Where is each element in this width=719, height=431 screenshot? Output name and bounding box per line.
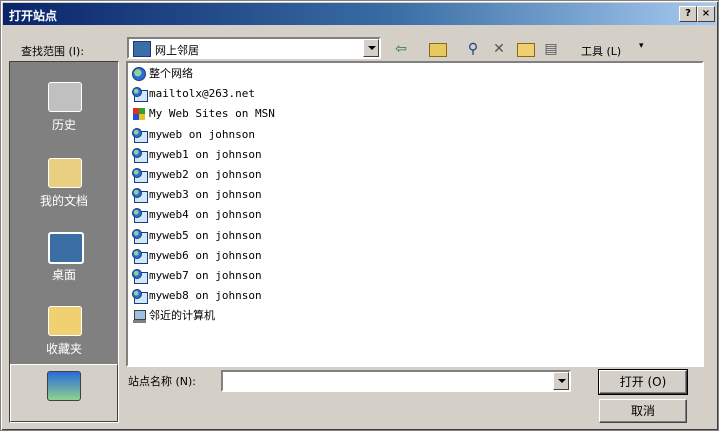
- place-label: 我的文档: [39, 194, 88, 208]
- list-item[interactable]: myweb on johnson: [132, 126, 255, 144]
- list-item[interactable]: mailtolx@263.net: [132, 85, 255, 103]
- search-web-icon[interactable]: ⚲: [463, 39, 483, 59]
- new-folder-icon[interactable]: [515, 39, 535, 59]
- views-icon[interactable]: ▤: [541, 39, 561, 59]
- list-item[interactable]: 邻近的计算机: [132, 307, 215, 325]
- close-button[interactable]: ×: [697, 6, 715, 22]
- place-network[interactable]: [10, 364, 118, 422]
- place-label: 桌面: [51, 268, 76, 282]
- file-name: myweb on johnson: [149, 127, 255, 141]
- file-name: myweb5 on johnson: [149, 228, 262, 242]
- list-item[interactable]: 整个网络: [132, 65, 193, 83]
- msn-icon: [132, 107, 147, 121]
- place-label: 收藏夹: [45, 342, 82, 356]
- file-name: 整个网络: [149, 67, 193, 80]
- delete-icon[interactable]: ✕: [489, 39, 509, 59]
- place-label: 历史: [51, 118, 76, 132]
- lookin-dropdown[interactable]: 网上邻居: [127, 37, 381, 59]
- computer-icon: [132, 309, 147, 324]
- list-item[interactable]: myweb1 on johnson: [132, 146, 262, 164]
- open-site-dialog: 打开站点 ? × 查找范围 (I): 网上邻居 ⇦ ⚲ ✕ ▤ 工具 (L) ▾…: [0, 0, 719, 431]
- file-name: myweb6 on johnson: [149, 248, 262, 262]
- sitename-label: 站点名称 (N):: [128, 375, 197, 388]
- file-name: myweb4 on johnson: [149, 208, 262, 222]
- network-places-icon: [133, 41, 151, 57]
- file-name: myweb1 on johnson: [149, 147, 262, 161]
- chevron-down-icon[interactable]: [553, 372, 569, 390]
- network-places-icon: [47, 371, 81, 401]
- web-folder-icon: [132, 248, 148, 264]
- file-name: 邻近的计算机: [149, 309, 215, 323]
- list-item[interactable]: myweb2 on johnson: [132, 166, 262, 184]
- tools-menu[interactable]: 工具 (L): [581, 43, 621, 59]
- file-name: myweb7 on johnson: [149, 269, 262, 282]
- list-item[interactable]: My Web Sites on MSN: [132, 105, 275, 123]
- place-desktop[interactable]: 桌面: [10, 226, 118, 298]
- place-history[interactable]: 历史: [10, 76, 118, 148]
- tools-dropdown-icon[interactable]: ▾: [639, 41, 644, 51]
- file-name: mailtolx@263.net: [149, 87, 255, 101]
- file-name: myweb8 on johnson: [149, 289, 262, 303]
- file-list[interactable]: 整个网络 mailtolx@263.net My Web Sites on MSN m…: [126, 61, 704, 367]
- title-bar: 打开站点 ? ×: [3, 3, 716, 25]
- sitename-combo[interactable]: [221, 370, 571, 392]
- file-name: myweb2 on johnson: [149, 168, 262, 181]
- web-folder-icon: [132, 168, 148, 183]
- desktop-icon: [48, 232, 84, 264]
- lookin-value: 网上邻居: [155, 44, 199, 57]
- list-item[interactable]: myweb3 on johnson: [132, 186, 262, 204]
- place-favorites[interactable]: 收藏夹: [10, 300, 118, 372]
- up-folder-icon[interactable]: [427, 39, 447, 59]
- places-bar: 历史 我的文档 桌面 收藏夹: [9, 61, 119, 423]
- web-folder-icon: [132, 147, 148, 163]
- web-folder-icon: [132, 208, 148, 224]
- web-folder-icon: [132, 188, 148, 204]
- history-icon: [48, 82, 82, 112]
- cancel-button[interactable]: 取消: [599, 399, 687, 423]
- web-folder-icon: [132, 228, 148, 244]
- my-documents-icon: [48, 158, 82, 188]
- list-item[interactable]: myweb8 on johnson: [132, 287, 262, 305]
- web-folder-icon: [132, 127, 148, 143]
- lookin-label: 查找范围 (I):: [21, 45, 85, 58]
- dialog-title: 打开站点: [9, 9, 58, 23]
- list-item[interactable]: myweb5 on johnson: [132, 227, 262, 245]
- list-item[interactable]: myweb7 on johnson: [132, 267, 262, 285]
- help-button[interactable]: ?: [679, 6, 697, 22]
- file-name: My Web Sites on MSN: [149, 107, 275, 121]
- open-button[interactable]: 打开 (O): [598, 369, 688, 395]
- list-item[interactable]: myweb4 on johnson: [132, 206, 262, 224]
- web-folder-icon: [132, 289, 148, 305]
- favorites-icon: [48, 306, 82, 336]
- web-folder-icon: [132, 269, 148, 284]
- back-icon[interactable]: ⇦: [391, 39, 411, 59]
- file-name: myweb3 on johnson: [149, 188, 262, 202]
- place-my-documents[interactable]: 我的文档: [10, 152, 118, 224]
- entire-network-icon: [132, 67, 147, 81]
- web-folder-icon: [132, 87, 148, 103]
- chevron-down-icon[interactable]: [363, 39, 379, 57]
- list-item[interactable]: myweb6 on johnson: [132, 247, 262, 265]
